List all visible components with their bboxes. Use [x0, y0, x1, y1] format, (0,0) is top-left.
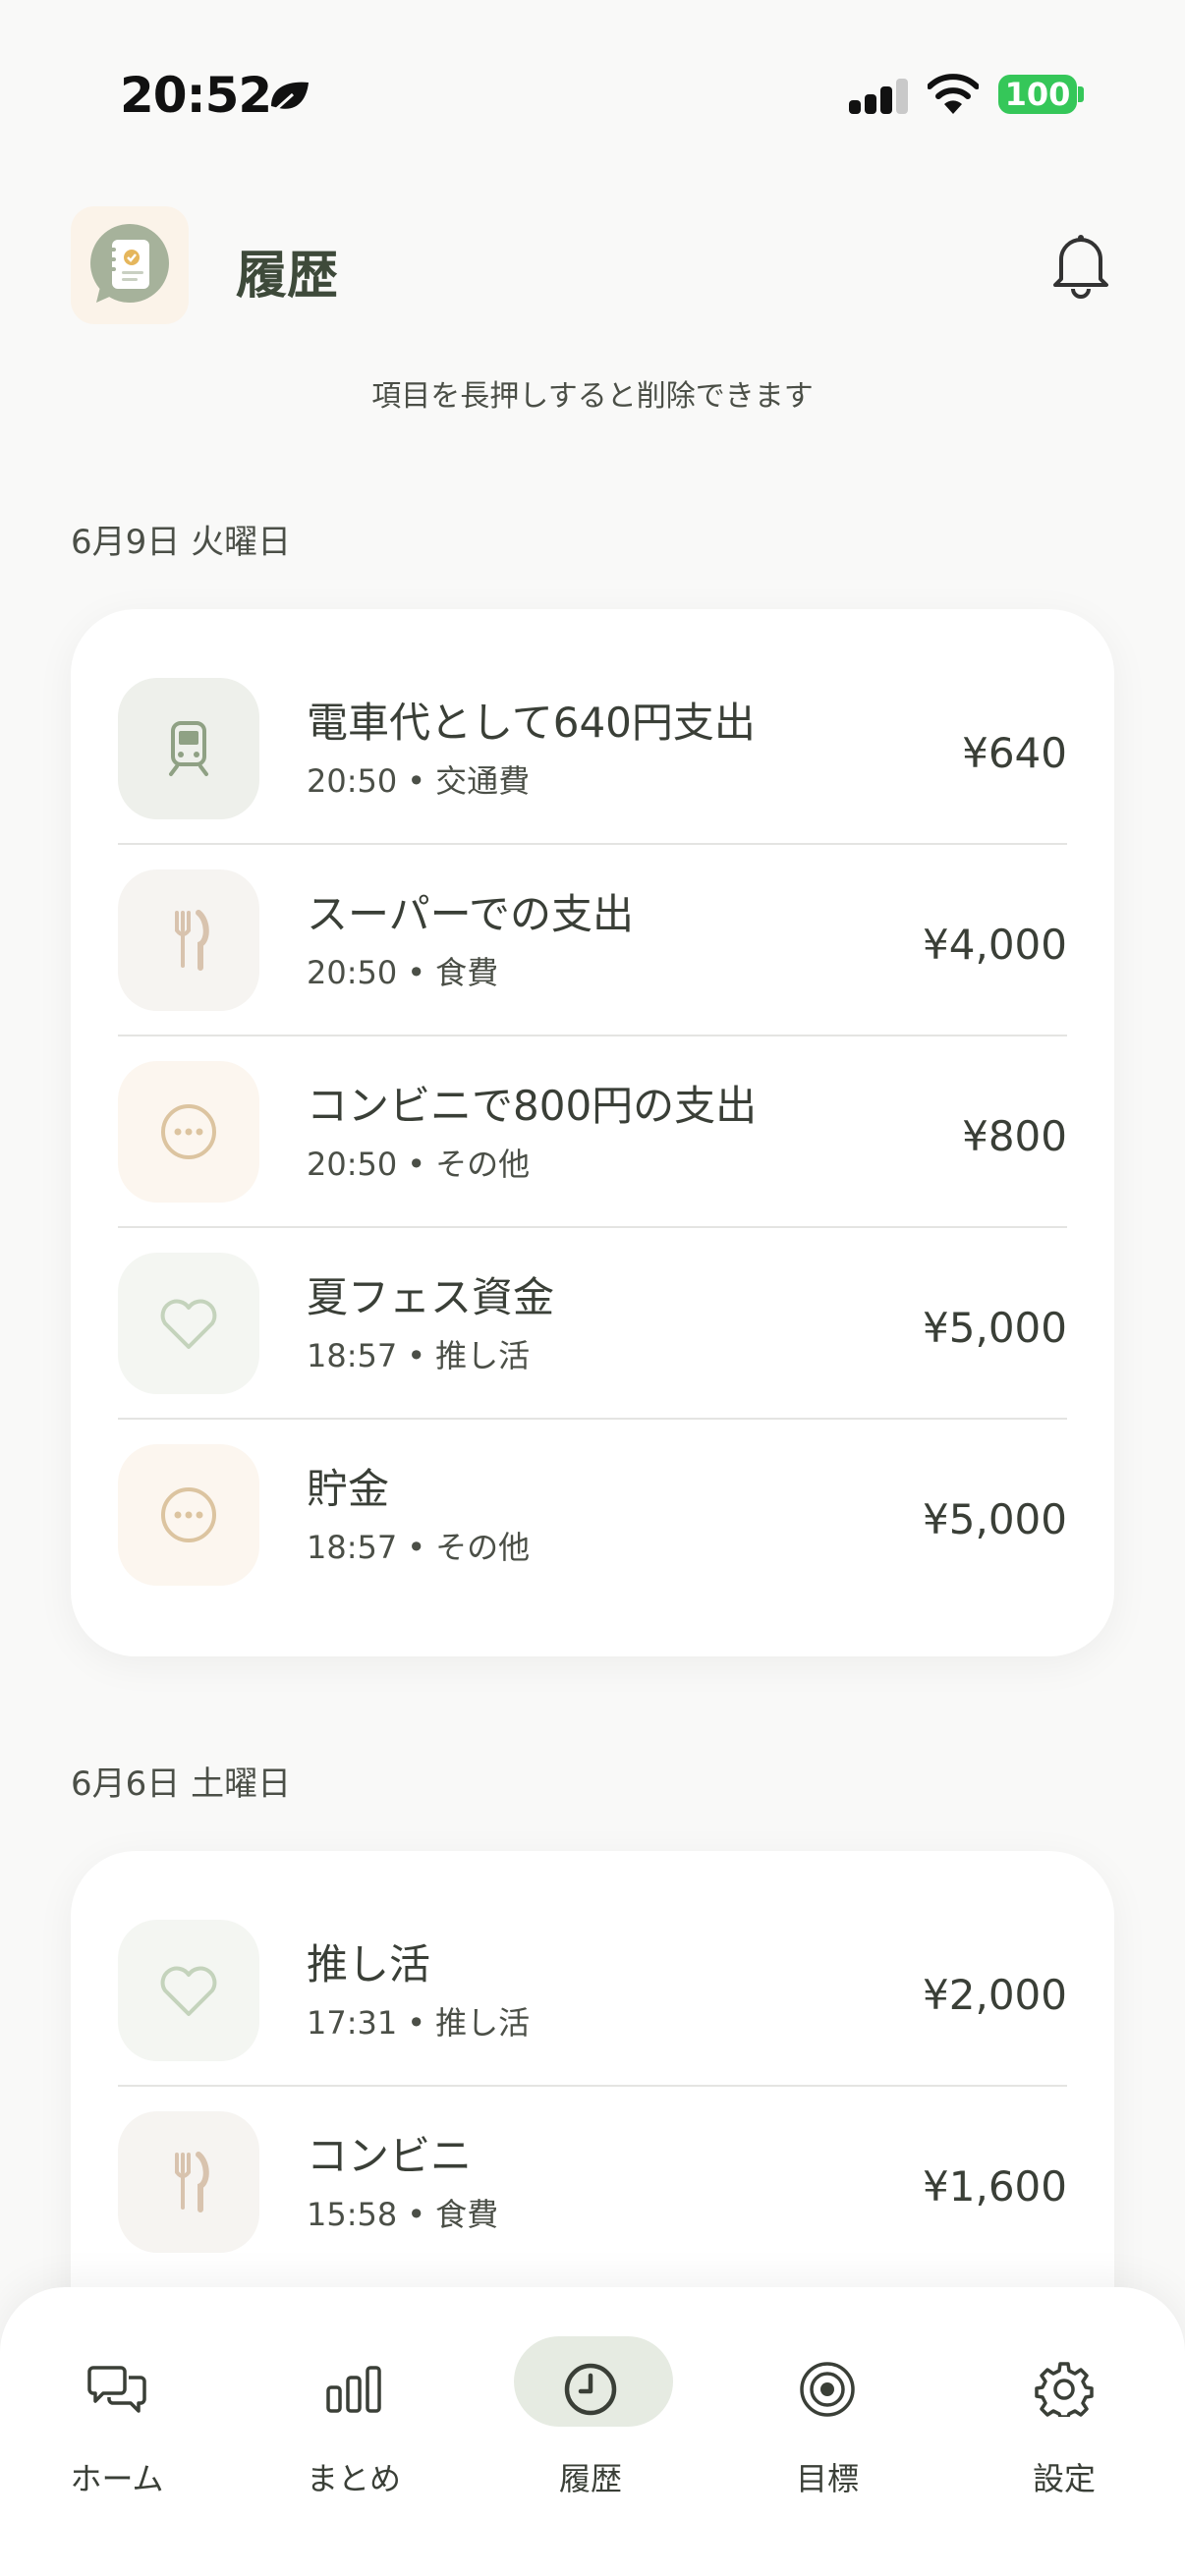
- transaction-category: 交通費: [435, 762, 531, 800]
- chat-bubbles-icon: [87, 2366, 146, 2413]
- transaction-time: 20:50: [307, 1146, 398, 1183]
- target-icon: [800, 2362, 855, 2417]
- transaction-meta: 20:50 • 交通費: [307, 756, 530, 802]
- meta-separator: •: [407, 2004, 426, 2042]
- meta-separator: •: [407, 954, 426, 991]
- transaction-category: その他: [435, 1529, 531, 1566]
- meta-separator: •: [407, 1146, 426, 1183]
- category-badge: [118, 1444, 259, 1586]
- transaction-meta: 20:50 • その他: [307, 1140, 530, 1185]
- transaction-category: 推し活: [435, 2004, 531, 2042]
- more-dots-icon: [161, 1487, 216, 1542]
- bar-chart-icon: [326, 2366, 381, 2413]
- transaction-title: 夏フェス資金: [307, 1273, 555, 1321]
- notification-bell-icon[interactable]: [1049, 230, 1112, 299]
- transaction-category: 食費: [435, 2196, 499, 2233]
- page-title: 履歴: [236, 247, 339, 306]
- transaction-row[interactable]: スーパーでの支出 20:50 • 食費 ¥4,000: [118, 826, 1067, 1018]
- transaction-title: 推し活: [307, 1940, 431, 1988]
- tab-label: 目標: [795, 2460, 859, 2497]
- transaction-title: 電車代として640円支出: [307, 699, 756, 747]
- date-header: 6月9日 火曜日: [71, 523, 292, 562]
- transaction-row[interactable]: 貯金 18:57 • その他 ¥5,000: [118, 1401, 1067, 1593]
- transaction-category: その他: [435, 1146, 531, 1183]
- heart-icon: [160, 1966, 217, 2016]
- gear-icon: [1035, 2362, 1094, 2417]
- transaction-card: 推し活 17:31 • 推し活 ¥2,000 コンビニ 15:58 • 食費 ¥1,60…: [71, 1851, 1114, 2362]
- transaction-amount: ¥4,000: [923, 921, 1067, 969]
- transaction-amount: ¥5,000: [923, 1495, 1067, 1543]
- fork-knife-icon: [175, 910, 209, 971]
- fork-knife-icon: [175, 2152, 209, 2212]
- tab-home[interactable]: ホーム: [19, 2328, 215, 2497]
- battery-cap: [1078, 86, 1084, 102]
- transaction-amount: ¥2,000: [923, 1971, 1067, 2019]
- transaction-title: スーパーでの支出: [307, 890, 635, 938]
- transaction-time: 20:50: [307, 762, 398, 800]
- transaction-meta: 17:31 • 推し活: [307, 1998, 530, 2044]
- transaction-amount: ¥800: [962, 1112, 1067, 1160]
- tab-summary[interactable]: まとめ: [255, 2328, 452, 2497]
- meta-separator: •: [407, 762, 426, 800]
- tab-label: 履歴: [558, 2460, 622, 2497]
- notebook-chat-icon: [90, 224, 169, 303]
- category-badge: [118, 2111, 259, 2253]
- date-header: 6月6日 土曜日: [71, 1764, 292, 1804]
- category-badge: [118, 869, 259, 1011]
- bottom-tab-bar: ホーム まとめ 履歴 目標 設定: [0, 2287, 1185, 2576]
- heart-icon: [160, 1299, 217, 1349]
- meta-separator: •: [407, 2196, 426, 2233]
- clock-icon: [564, 2363, 617, 2416]
- transaction-category: 推し活: [435, 1337, 531, 1374]
- transaction-time: 18:57: [307, 1337, 398, 1374]
- transaction-category: 食費: [435, 954, 499, 991]
- transaction-meta: 15:58 • 食費: [307, 2190, 498, 2235]
- transaction-amount: ¥5,000: [923, 1304, 1067, 1352]
- wifi-icon: [928, 74, 979, 114]
- battery-indicator: 100: [998, 75, 1077, 114]
- category-badge: [118, 1253, 259, 1394]
- meta-separator: •: [407, 1337, 426, 1374]
- category-badge: [118, 678, 259, 819]
- transaction-title: 貯金: [307, 1465, 390, 1513]
- tab-settings[interactable]: 設定: [966, 2328, 1162, 2497]
- transaction-time: 20:50: [307, 954, 398, 991]
- transaction-row[interactable]: 推し活 17:31 • 推し活 ¥2,000: [118, 1876, 1067, 2068]
- meta-separator: •: [407, 1529, 426, 1566]
- transaction-meta: 20:50 • 食費: [307, 948, 498, 993]
- transaction-meta: 18:57 • 推し活: [307, 1331, 530, 1376]
- tab-label: 設定: [1032, 2460, 1096, 2497]
- tab-label: まとめ: [306, 2460, 401, 2497]
- train-icon: [169, 721, 208, 776]
- transaction-title: コンビニ: [307, 2132, 473, 2180]
- transaction-meta: 18:57 • その他: [307, 1523, 530, 1568]
- tab-goals[interactable]: 目標: [729, 2328, 926, 2497]
- transaction-amount: ¥1,600: [923, 2162, 1067, 2211]
- leaf-icon: [271, 82, 309, 114]
- transaction-amount: ¥640: [962, 729, 1067, 777]
- more-dots-icon: [161, 1104, 216, 1159]
- cellular-signal-icon: [849, 79, 908, 114]
- tab-history[interactable]: 履歴: [492, 2328, 689, 2497]
- transaction-time: 17:31: [307, 2004, 398, 2042]
- transaction-row[interactable]: コンビニ 15:58 • 食費 ¥1,600: [118, 2068, 1067, 2260]
- transaction-card: 電車代として640円支出 20:50 • 交通費 ¥640 スーパーでの支出 20:…: [71, 609, 1114, 1656]
- transaction-row[interactable]: コンビニで800円の支出 20:50 • その他 ¥800: [118, 1018, 1067, 1209]
- delete-hint: 項目を長押しすると削除できます: [371, 379, 814, 414]
- battery-level: 100: [1004, 76, 1071, 113]
- transaction-title: コンビニで800円の支出: [307, 1082, 758, 1130]
- status-bar: 20:52 100: [0, 0, 1185, 196]
- transaction-row[interactable]: 夏フェス資金 18:57 • 推し活 ¥5,000: [118, 1209, 1067, 1401]
- category-badge: [118, 1061, 259, 1203]
- transaction-time: 15:58: [307, 2196, 398, 2233]
- transaction-row[interactable]: 電車代として640円支出 20:50 • 交通費 ¥640: [118, 635, 1067, 826]
- category-badge: [118, 1920, 259, 2061]
- transaction-time: 18:57: [307, 1529, 398, 1566]
- tab-label: ホーム: [70, 2460, 164, 2497]
- app-logo: [71, 206, 189, 324]
- status-time: 20:52: [120, 67, 272, 124]
